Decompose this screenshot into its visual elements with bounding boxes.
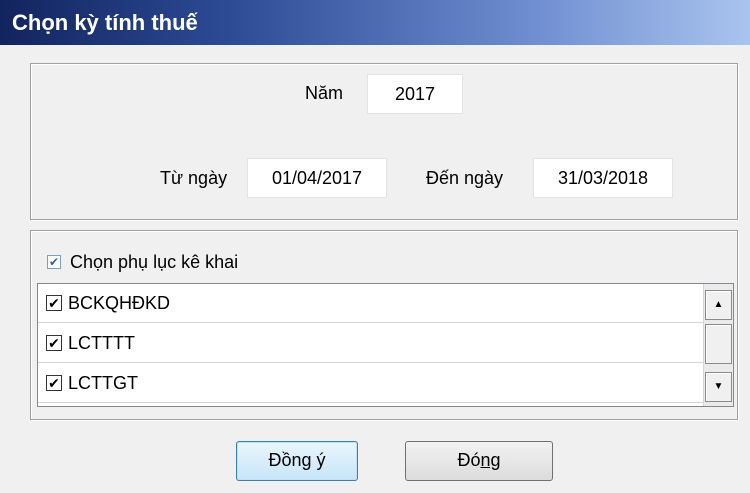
year-label: Năm [305,83,344,103]
to-date-field[interactable]: 31/03/2018 [533,158,673,198]
ok-button-label-part: ý [311,450,326,470]
item-checkbox[interactable]: ✔ [46,375,62,391]
close-button-mnemonic: ng [480,450,501,470]
scroll-thumb[interactable] [705,324,732,364]
ok-button-label-part: Đồn [268,450,302,470]
item-label: LCTTGT [68,373,138,393]
arrow-down-icon: ▼ [713,381,724,392]
ok-button-mnemonic: g [301,450,312,470]
vertical-scrollbar[interactable]: ▲ ▼ [703,284,733,406]
check-icon: ✔ [48,295,60,311]
check-icon: ✔ [48,255,60,269]
check-icon: ✔ [48,375,60,391]
item-label: LCTTTT [68,333,135,353]
from-date-field[interactable]: 01/04/2017 [247,158,387,198]
item-checkbox[interactable]: ✔ [46,295,62,311]
select-all-label: Chọn phụ lục kê khai [70,252,239,272]
item-label: BCKQHĐKD [68,293,171,313]
year-field[interactable]: 2017 [367,74,463,114]
close-button-label-part: Đó [457,450,481,470]
from-date-label: Từ ngày [160,168,228,188]
scroll-up-button[interactable]: ▲ [705,290,732,320]
select-all-checkbox[interactable]: ✔ [47,255,61,269]
ok-button[interactable]: Đồng ý [236,441,358,481]
appendix-list[interactable]: ✔ BCKQHĐKD ✔ LCTTTT ✔ LCTTGT ▲ ▼ [37,283,734,407]
scroll-down-button[interactable]: ▼ [705,372,732,402]
arrow-up-icon: ▲ [713,299,724,310]
list-item[interactable]: ✔ BCKQHĐKD [38,284,704,323]
check-icon: ✔ [48,335,60,351]
list-item[interactable]: ✔ LCTTTT [38,324,704,363]
window-title: Chọn kỳ tính thuế [0,0,750,45]
item-checkbox[interactable]: ✔ [46,335,62,351]
to-date-label: Đến ngày [426,168,504,188]
list-item[interactable]: ✔ LCTTGT [38,364,704,403]
close-button[interactable]: Đóng [405,441,553,481]
